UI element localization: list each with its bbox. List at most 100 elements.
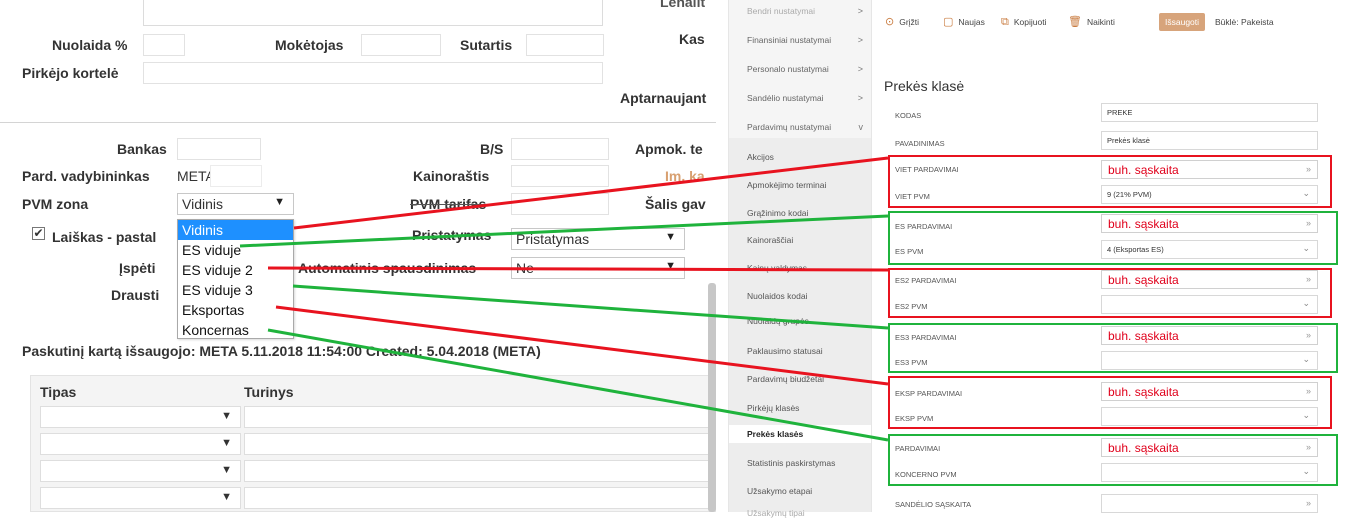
apmok-label: Apmok. te [635, 141, 703, 157]
nav-group-personalo[interactable]: Personalo nustatymai > [729, 64, 871, 74]
chevron-down-icon: ▼ [221, 491, 232, 503]
kainorastis-label: Kainoraštis [413, 168, 490, 184]
trash-icon: 🗑 [1068, 16, 1082, 28]
delete-button[interactable]: 🗑 Naikinti [1068, 12, 1115, 32]
back-label: Grįžti [899, 17, 920, 27]
automatinis-label: Automatinis spausdinimas [298, 260, 477, 276]
moketojas-input[interactable] [361, 34, 441, 56]
dropdown-option[interactable]: Eksportas [178, 300, 293, 320]
table-row-type-cell[interactable]: ▼ [40, 487, 241, 509]
pavadinimas-input[interactable]: Prekės klasė [1101, 131, 1318, 150]
nav-item-paklausimo[interactable]: Paklausimo statusai [729, 346, 871, 356]
kainorastis-input[interactable] [511, 165, 609, 187]
chevron-down-icon: ▼ [274, 196, 285, 208]
pvm-zona-label: PVM zona [22, 196, 89, 212]
bankas-input[interactable] [177, 138, 261, 160]
new-button[interactable]: ▢ Naujas [943, 12, 985, 32]
back-icon: ⊙ [885, 16, 895, 28]
table-row-type-cell[interactable]: ▼ [40, 460, 241, 482]
table-row-type-cell[interactable]: ▼ [40, 433, 241, 455]
kodas-value: PREKE [1107, 108, 1133, 117]
chevron-right-icon: > [857, 35, 863, 45]
sutartis-label: Sutartis [460, 37, 513, 53]
pard-vad-input[interactable] [210, 165, 262, 187]
page-title: Prekės klasė [884, 78, 965, 94]
chevron-right-icon: > [857, 93, 863, 103]
chevron-down-icon: v [858, 122, 864, 132]
nav-item-kainorasciai[interactable]: Kainoraščiai [729, 235, 871, 245]
aptarnaujant-label: Aptarnaujant [620, 90, 707, 106]
sandelio-input[interactable]: » [1101, 494, 1318, 513]
pirkejo-kortele-input[interactable] [143, 62, 603, 84]
nav-group-pardavimu[interactable]: Pardavimų nustatymai v [729, 122, 871, 132]
lookup-icon[interactable]: » [1306, 498, 1311, 508]
nav-item-nuolaidu-grupes[interactable]: Nuolaidų grupės [729, 316, 871, 326]
pristatymas-label: Pristatymas [412, 227, 492, 243]
kodas-input[interactable]: PREKE [1101, 103, 1318, 122]
automatinis-select[interactable]: Ne ▼ [511, 257, 685, 279]
dropdown-option[interactable]: ES viduje [178, 240, 293, 260]
copy-label: Kopijuoti [1013, 17, 1047, 27]
notes-textarea[interactable] [143, 0, 603, 26]
nav-item-akcijos[interactable]: Akcijos [729, 152, 871, 162]
highlight-box-red [888, 268, 1332, 318]
table-row-content-cell[interactable] [244, 487, 714, 509]
nav-item-statistinis[interactable]: Statistinis paskirstymas [729, 458, 871, 468]
table-header-turinys: Turinys [244, 384, 294, 400]
pristatymas-select[interactable]: Pristatymas ▼ [511, 228, 685, 250]
nav-item-pirkeju-klases[interactable]: Pirkėjų klasės [729, 403, 871, 413]
nav-item-nuolaidos-kodai[interactable]: Nuolaidos kodai [729, 291, 871, 301]
nav-item-uzsakymu-tipai[interactable]: Užsakymų tipai [729, 508, 871, 518]
dropdown-option[interactable]: Vidinis [178, 220, 293, 240]
scrollbar[interactable] [708, 283, 716, 512]
nav-group-label: Personalo nustatymai [747, 64, 829, 74]
salis-label: Šalis gav [645, 196, 706, 212]
nav-item-uzsakymo-etapai[interactable]: Užsakymo etapai [729, 486, 871, 496]
dropdown-option[interactable]: ES viduje 3 [178, 280, 293, 300]
truncated-label-top: Lenalit [660, 0, 706, 10]
pvm-zona-value: Vidinis [182, 196, 223, 212]
pvm-zona-select[interactable]: Vidinis ▼ [177, 193, 294, 215]
nav-item-biudzetai[interactable]: Pardavimų biudžetai [729, 374, 871, 384]
dropdown-option[interactable]: Koncernas [178, 320, 293, 340]
save-button[interactable]: Išsaugoti [1159, 13, 1206, 31]
nav-item-kainu-valdymas[interactable]: Kainų valdymas [729, 263, 871, 273]
nav-item-apmokejimo[interactable]: Apmokėjimo terminai [729, 180, 871, 190]
nav-group-sandelio[interactable]: Sandėlio nustatymai > [729, 93, 871, 103]
pristatymas-value: Pristatymas [516, 231, 590, 247]
dropdown-option[interactable]: ES viduje 2 [178, 260, 293, 280]
table-row-content-cell[interactable] [244, 460, 714, 482]
kas-label: Kas [679, 31, 705, 47]
laiskas-checkbox[interactable]: ✔ [32, 227, 45, 240]
table-row-content-cell[interactable] [244, 406, 714, 428]
nav-group-label: Pardavimų nustatymai [747, 122, 832, 132]
pard-vad-label: Pard. vadybininkas [22, 168, 150, 184]
kodas-label: KODAS [895, 111, 922, 120]
chevron-down-icon: ▼ [221, 410, 232, 422]
new-label: Naujas [958, 17, 985, 27]
highlight-box-green [888, 434, 1338, 486]
nav-group-bendri[interactable]: Bendri nustatymai > [729, 6, 871, 16]
nav-item-grazinimo[interactable]: Grąžinimo kodai [729, 208, 871, 218]
highlight-box-green [888, 211, 1338, 265]
sandelio-label: SANDĖLIO SĄSKAITA [895, 500, 972, 509]
moketojas-label: Mokėtojas [275, 37, 344, 53]
nav-group-label: Finansiniai nustatymai [747, 35, 832, 45]
highlight-box-red [888, 376, 1332, 429]
pvm-tarifas-input[interactable] [511, 193, 609, 215]
copy-button[interactable]: ⧉ Kopijuoti [1001, 12, 1046, 32]
im-label: Im. ka [665, 168, 705, 184]
bs-label: B/S [480, 141, 504, 157]
pavadinimas-value: Prekės klasė [1107, 136, 1150, 145]
bs-input[interactable] [511, 138, 609, 160]
sutartis-input[interactable] [526, 34, 604, 56]
table-row-type-cell[interactable]: ▼ [40, 406, 241, 428]
chevron-right-icon: > [857, 6, 863, 16]
nuolaida-input[interactable] [143, 34, 185, 56]
back-button[interactable]: ⊙ Grįžti [885, 12, 919, 32]
nav-item-prekes-klases[interactable]: Prekės klasės [729, 425, 871, 443]
nav-group-label: Sandėlio nustatymai [747, 93, 824, 103]
chevron-down-icon: ▼ [665, 260, 676, 272]
nav-group-finansiniai[interactable]: Finansiniai nustatymai > [729, 35, 871, 45]
table-row-content-cell[interactable] [244, 433, 714, 455]
